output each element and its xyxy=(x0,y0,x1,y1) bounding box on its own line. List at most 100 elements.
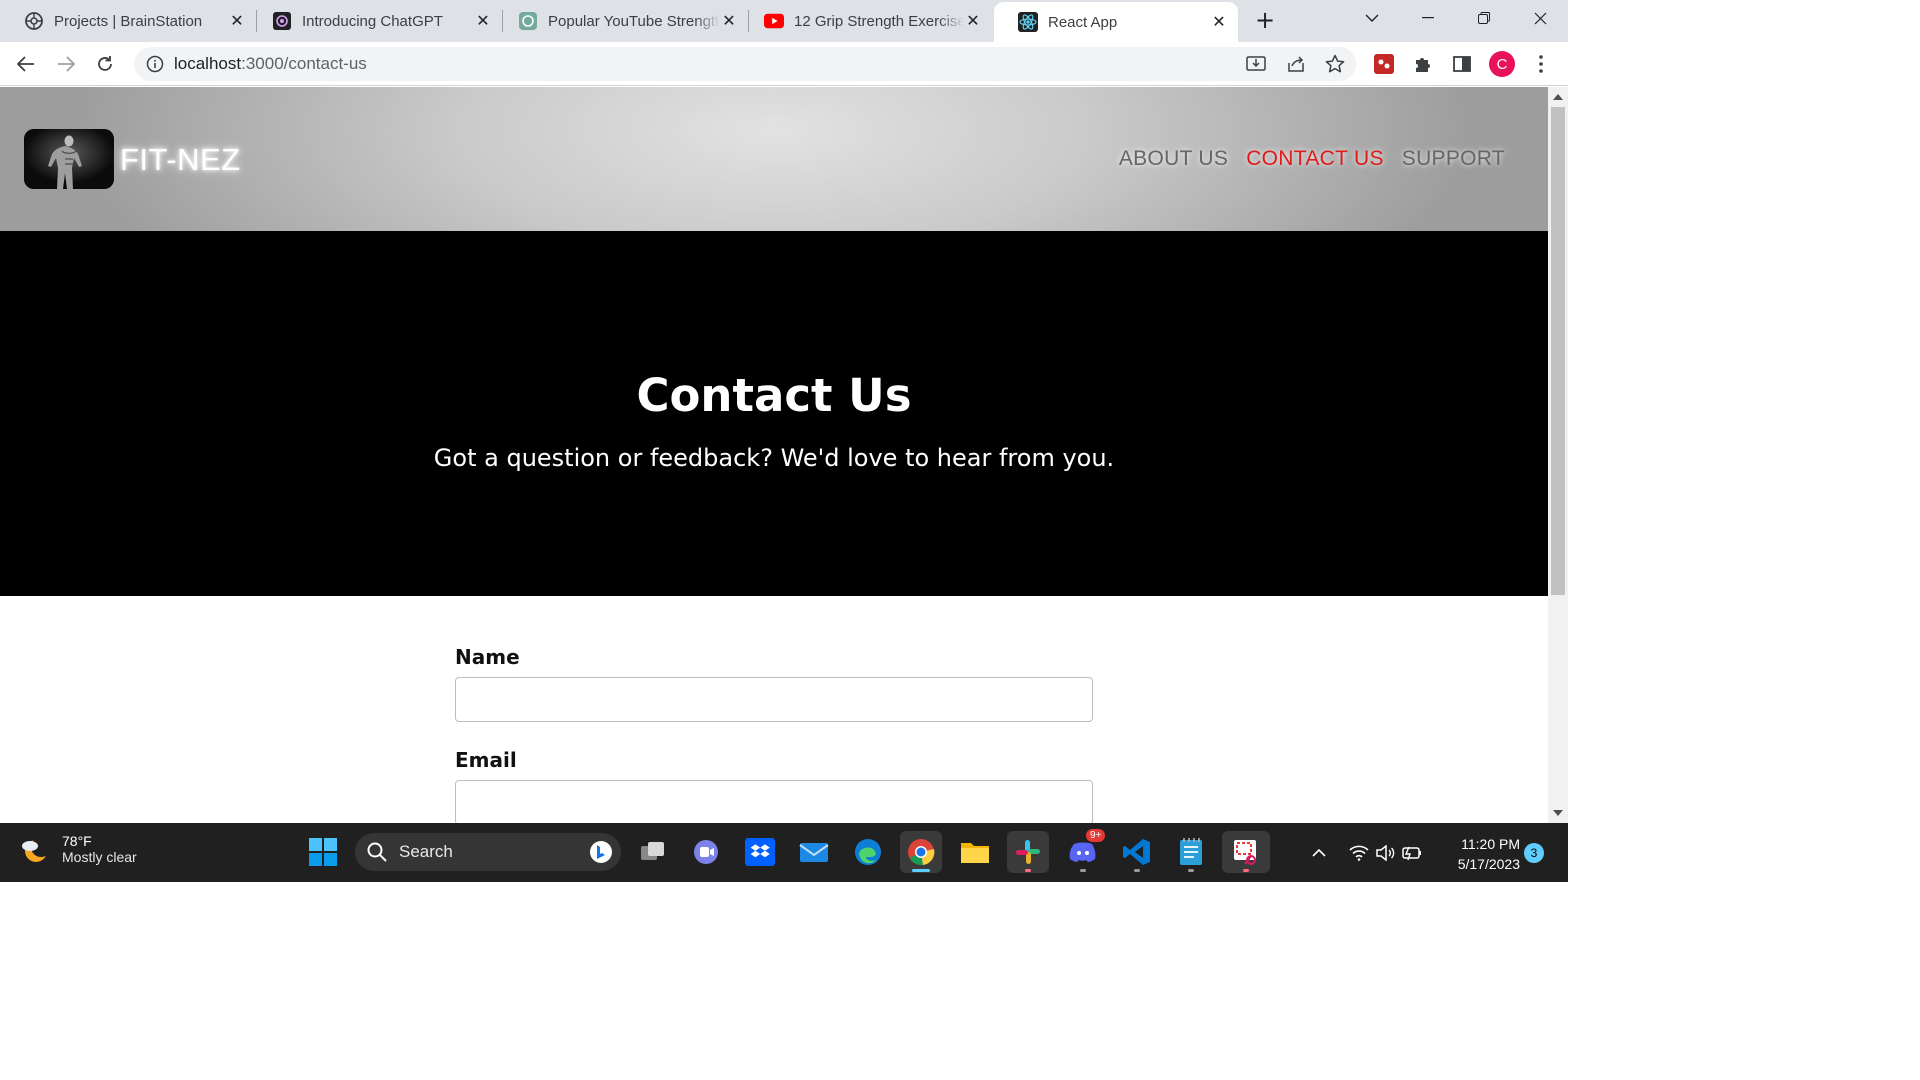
taskbar-search[interactable]: Search xyxy=(355,833,621,871)
tab-title: Projects | BrainStation xyxy=(54,12,203,30)
wifi-icon[interactable] xyxy=(1346,845,1372,861)
nav-support[interactable]: SUPPORT xyxy=(1402,147,1505,171)
site-info-icon[interactable] xyxy=(146,55,164,78)
scroll-down-icon[interactable] xyxy=(1553,810,1563,816)
volume-icon[interactable] xyxy=(1372,844,1398,861)
chatgpt-icon xyxy=(272,11,292,31)
clock-date: 5/17/2023 xyxy=(1457,856,1520,872)
tab-chatgpt[interactable]: Introducing ChatGPT ✕ xyxy=(248,0,502,42)
dropbox-icon xyxy=(745,838,775,866)
extension-red-icon[interactable] xyxy=(1368,48,1400,80)
vscode-button[interactable] xyxy=(1116,831,1158,873)
system-tray xyxy=(1306,823,1424,882)
chrome-icon xyxy=(908,839,935,866)
tab-youtube-strength[interactable]: Popular YouTube Strength ✕ xyxy=(494,0,748,42)
edge-button[interactable] xyxy=(847,831,889,873)
clock-time: 11:20 PM xyxy=(1461,836,1520,852)
back-button[interactable] xyxy=(10,48,42,80)
nav-contact-us[interactable]: CONTACT US xyxy=(1246,147,1384,171)
side-panel-icon[interactable] xyxy=(1446,48,1478,80)
slack-icon xyxy=(1016,840,1040,864)
brainstation-icon xyxy=(24,11,44,31)
forward-button[interactable] xyxy=(50,48,82,80)
file-explorer-button[interactable] xyxy=(954,831,996,873)
minimize-button[interactable] xyxy=(1400,0,1456,36)
weather-desc: Mostly clear xyxy=(62,849,137,865)
vscode-icon xyxy=(1123,839,1150,865)
close-icon[interactable]: ✕ xyxy=(474,12,492,30)
page-subtitle: Got a question or feedback? We'd love to… xyxy=(433,444,1115,472)
tab-brainstation[interactable]: Projects | BrainStation ✕ xyxy=(0,0,256,42)
brand-name[interactable]: FIT-NEZ xyxy=(120,142,241,178)
active-indicator xyxy=(912,869,930,872)
chrome-button[interactable] xyxy=(900,831,942,873)
react-icon xyxy=(1018,12,1038,32)
running-indicator xyxy=(1188,869,1194,872)
scroll-up-icon[interactable] xyxy=(1553,94,1563,100)
new-tab-button[interactable]: + xyxy=(1238,2,1292,38)
youtube-icon xyxy=(764,11,784,31)
name-field[interactable] xyxy=(455,677,1093,722)
close-icon[interactable]: ✕ xyxy=(720,12,738,30)
install-app-icon[interactable] xyxy=(1240,48,1272,80)
tab-title: React App xyxy=(1048,13,1118,31)
page-viewport: FIT-NEZ ABOUT US CONTACT US SUPPORT Cont… xyxy=(0,87,1548,823)
site-header: FIT-NEZ ABOUT US CONTACT US SUPPORT xyxy=(0,87,1548,231)
address-bar[interactable]: localhost:3000/contact-us xyxy=(134,47,1356,81)
close-icon[interactable]: ✕ xyxy=(1210,13,1228,31)
nav-about-us[interactable]: ABOUT US xyxy=(1119,147,1228,171)
reload-button[interactable] xyxy=(89,48,121,80)
tab-react-app[interactable]: React App ✕ xyxy=(994,2,1238,42)
extensions-puzzle-icon[interactable] xyxy=(1407,48,1439,80)
mail-icon xyxy=(799,843,829,862)
task-view-icon xyxy=(641,842,664,860)
taskbar-clock[interactable]: 11:20 PM 5/17/2023 xyxy=(1440,834,1520,874)
url-host: localhost xyxy=(174,54,242,73)
windows-taskbar: 78°F Mostly clear Search 9+ 11:20 PM 5/1… xyxy=(0,823,1568,882)
name-label: Name xyxy=(455,645,520,669)
close-window-button[interactable] xyxy=(1512,0,1568,36)
moon-cloud-icon xyxy=(22,837,51,862)
running-indicator xyxy=(1134,869,1140,872)
slack-notification-dot xyxy=(1025,869,1031,872)
running-indicator xyxy=(1080,869,1086,872)
edge-icon xyxy=(855,839,881,865)
email-field[interactable] xyxy=(455,780,1093,823)
tab-search-chevron-icon[interactable] xyxy=(1344,0,1400,36)
folder-icon xyxy=(961,843,989,863)
scrollbar-thumb[interactable] xyxy=(1551,107,1565,595)
tab-title: Introducing ChatGPT xyxy=(302,12,443,30)
mail-button[interactable] xyxy=(793,831,835,873)
task-view-button[interactable] xyxy=(632,831,674,873)
close-icon[interactable]: ✕ xyxy=(228,12,246,30)
site-logo[interactable] xyxy=(24,129,114,189)
notification-badge[interactable]: 3 xyxy=(1524,843,1544,863)
close-icon[interactable]: ✕ xyxy=(964,12,982,30)
page-scrollbar[interactable] xyxy=(1548,87,1568,823)
chevron-up-icon[interactable] xyxy=(1306,848,1332,857)
discord-button[interactable]: 9+ xyxy=(1062,829,1106,873)
tab-title: 12 Grip Strength Exercises xyxy=(794,12,964,30)
dropbox-button[interactable] xyxy=(739,831,781,873)
slack-button[interactable] xyxy=(1007,831,1049,873)
notepad-icon xyxy=(1180,838,1202,865)
browser-tab-strip: Projects | BrainStation ✕ Introducing Ch… xyxy=(0,0,1568,42)
share-icon[interactable] xyxy=(1280,48,1312,80)
teams-chat-icon xyxy=(694,840,718,864)
discord-icon xyxy=(1069,842,1096,862)
battery-charging-icon[interactable] xyxy=(1398,845,1424,861)
tab-grip-strength[interactable]: 12 Grip Strength Exercises ✕ xyxy=(740,0,992,42)
browser-toolbar: localhost:3000/contact-us C xyxy=(0,42,1568,86)
main-nav: ABOUT US CONTACT US SUPPORT xyxy=(1119,147,1505,171)
bookmark-star-icon[interactable] xyxy=(1319,48,1351,80)
profile-avatar[interactable]: C xyxy=(1486,48,1518,80)
start-button[interactable] xyxy=(302,831,344,873)
notepad-button[interactable] xyxy=(1170,831,1212,873)
snipping-tool-icon xyxy=(1234,840,1256,865)
snipping-tool-button[interactable] xyxy=(1222,831,1270,873)
weather-widget[interactable]: 78°F Mostly clear xyxy=(20,833,137,865)
search-icon xyxy=(367,842,387,862)
chrome-menu-icon[interactable] xyxy=(1525,48,1557,80)
restore-button[interactable] xyxy=(1456,0,1512,36)
teams-chat-button[interactable] xyxy=(685,831,727,873)
